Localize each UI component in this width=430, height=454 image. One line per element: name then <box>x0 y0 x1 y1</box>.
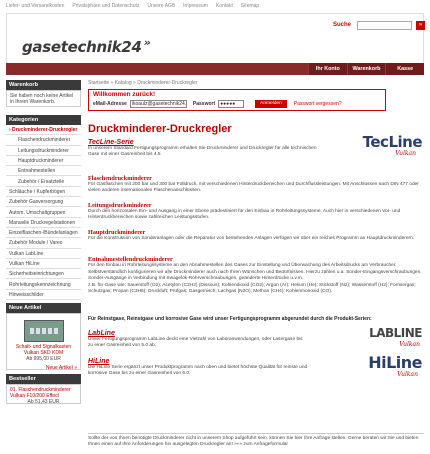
line-regulators-text: Durch den horizontalen Ein- und Ausgang … <box>88 209 401 220</box>
login-box: Willkommen zurück! eMail-Adresse ikoaulz… <box>88 89 386 111</box>
email-field[interactable]: ikoaulz@gasetechnik24.c <box>129 100 187 108</box>
category-item[interactable]: Hinweisschilder <box>6 290 81 301</box>
category-item[interactable]: Rohrleitungskennzeichnung <box>6 279 81 290</box>
bestseller-title: Bestseller <box>6 374 81 385</box>
category-item[interactable]: Leitungsdruckminderer <box>6 146 81 156</box>
section-bottle-regulators: Flaschendruckminderer Für Gasflaschen mi… <box>88 175 424 202</box>
new-articles-link[interactable]: Neue Artikel » <box>10 365 77 371</box>
hiline-logo: HiLine <box>368 353 422 372</box>
main-nav: Ihr Konto Warenkorb Kasse <box>308 63 424 75</box>
category-item[interactable]: Vulkan HiLine <box>6 259 81 270</box>
tecline-text: In unserem Standard Fertigungsprogramm e… <box>88 146 317 157</box>
nav-account[interactable]: Ihr Konto <box>308 63 347 75</box>
login-form: eMail-Adresse ikoaulz@gasetechnik24.c Pa… <box>93 100 342 108</box>
bestseller-box: 01. Flaschendruckminderer Vulkan F10/200… <box>6 384 81 406</box>
login-title: Willkommen zurück! <box>93 91 156 98</box>
category-item[interactable]: Zubehör / Ersatzteile <box>6 176 81 187</box>
logo-mark: » <box>143 36 151 49</box>
new-article-price: Ab 995,00 EUR <box>26 356 61 363</box>
search-input[interactable] <box>357 21 412 30</box>
link-sitemap[interactable]: Sitemap <box>241 3 259 11</box>
outlet-regulators-title[interactable]: Entnahmestellendruckminderer <box>88 256 424 263</box>
outlet-regulators-text: Für den Einbau in Rohrleitungssysteme an… <box>88 263 397 268</box>
link-shipping[interactable]: Liefer- und Versandkosten <box>6 3 64 11</box>
sidebar: Warenkorb Sie haben noch keine Artikel i… <box>6 80 81 406</box>
site-logo[interactable]: gasetechnik24» <box>22 36 151 56</box>
category-item[interactable]: Hauptdruckminderer <box>6 156 81 167</box>
category-item[interactable]: Zubehör Module / Vareo <box>6 238 81 249</box>
category-item[interactable]: Manuelle Druckregelstationen <box>6 218 81 228</box>
link-contact[interactable]: Kontakt <box>216 3 233 11</box>
new-articles-title: Neue Artikel <box>6 303 81 314</box>
tecline-logo: TecLine <box>362 133 423 151</box>
outlet-regulators-text2: Selbstverständlich konfigurieren wir all… <box>88 270 422 281</box>
category-item[interactable]: Vulkan LabLine <box>6 249 81 259</box>
section-line-regulators: Leitungsdruckminderer Durch den horizont… <box>88 202 424 229</box>
hiline-logo-sub: Vulkan <box>397 371 418 378</box>
category-item[interactable]: Sicherheitseinrichtungen <box>6 269 81 280</box>
bottle-regulators-text: Für Gasflaschen mit 200 bar und 300 bar … <box>88 182 419 193</box>
tecline-logo-text: TecLine <box>362 133 423 151</box>
cart-box-text: Sie haben noch keine Artikel in Ihrem Wa… <box>6 90 81 107</box>
main-content: Startseite » Katalog » Druckminderer-Dru… <box>88 80 424 386</box>
cart-box-title: Warenkorb <box>6 80 81 90</box>
link-agb[interactable]: Unsere AGB <box>147 3 175 11</box>
category-item[interactable]: Flaschendruckminderer <box>6 135 81 146</box>
main-regulators-text: Für die Konstruktion von Sonderanlagen o… <box>88 236 415 241</box>
top-links: Liefer- und Versandkosten Privatsphäre u… <box>6 3 426 11</box>
tecline-logo-sub: Vulkan <box>395 150 416 157</box>
labline-logo: LABLINE <box>369 326 422 340</box>
search-label: Suche <box>333 22 352 28</box>
login-button[interactable]: Anmelden <box>255 100 287 108</box>
category-item[interactable]: Einzelflaschen-/Bündelanlagen <box>6 228 81 239</box>
bottle-regulators-title[interactable]: Flaschendruckminderer <box>88 175 424 182</box>
category-list: › Druckminderer-Druckregler Flaschendruck… <box>6 125 81 301</box>
section-hiline: HiLine Die HiLine Serie ergänzt unser Pr… <box>88 353 424 386</box>
categories-title: Kategorien <box>6 115 81 125</box>
labline-logo-text: LABLINE <box>369 326 422 340</box>
main-regulators-title[interactable]: Hauptdruckminderer <box>88 229 424 236</box>
line-regulators-title[interactable]: Leitungsdruckminderer <box>88 202 424 209</box>
email-label: eMail-Adresse <box>93 101 127 107</box>
outlet-regulators-text3: z.B. für Gase wie: Sauerstoff (O2); Acet… <box>88 283 416 294</box>
inquiry-note[interactable]: Sollte der von Ihnen benötigte Druckmind… <box>88 433 424 448</box>
bestseller-item[interactable]: 01. Flaschendruckminderer Vulkan F10/200… <box>10 387 77 399</box>
nav-cart[interactable]: Warenkorb <box>346 63 386 75</box>
search-button[interactable]: » <box>416 21 425 30</box>
labline-logo-sub: Vulkan <box>399 341 420 348</box>
hiline-logo-text: HiLine <box>368 353 422 372</box>
labline-text: Unser Fertigungsprogramm LabLine deckt e… <box>88 337 303 348</box>
product-image[interactable] <box>23 320 64 343</box>
category-item[interactable]: › Druckminderer-Druckregler <box>6 125 81 136</box>
category-item[interactable]: Zubehör Gasversorgung <box>6 197 81 208</box>
hiline-text: Die HiLine Serie ergänzt unser Produktpr… <box>88 365 308 376</box>
nav-strip <box>6 63 308 75</box>
section-tecline: TecLine-Serie In unserem Standard Fertig… <box>88 133 424 175</box>
section-outlet-regulators: Entnahmestellendruckminderer Für den Ein… <box>88 256 424 316</box>
link-privacy[interactable]: Privatsphäre und Datenschutz <box>72 3 139 11</box>
category-item[interactable]: Entnahmestellen <box>6 166 81 177</box>
breadcrumb[interactable]: Startseite » Katalog » Druckminderer-Dru… <box>88 80 424 88</box>
category-item[interactable]: Autom. Umschaltgruppen <box>6 207 81 218</box>
password-field[interactable]: ●●●●● <box>218 100 245 108</box>
bestseller-price: Ab 51,43 EUR <box>27 399 60 406</box>
new-article-box: Schalt- und Signalkasten Vulkan SKD KDM … <box>6 313 81 371</box>
link-imprint[interactable]: Impressum <box>183 3 208 11</box>
category-item[interactable]: Schläuche / Kupferbögen <box>6 187 81 198</box>
forgot-password-link[interactable]: Passwort vergessen? <box>294 101 342 107</box>
nav-checkout[interactable]: Kasse <box>385 63 424 75</box>
logo-text: gasetechnik24 <box>22 38 142 56</box>
password-label: Passwort <box>192 101 216 107</box>
new-article-name[interactable]: Schalt- und Signalkasten Vulkan SKD KDM <box>10 344 77 356</box>
section-main-regulators: Hauptdruckminderer Für die Konstruktion … <box>88 229 424 256</box>
